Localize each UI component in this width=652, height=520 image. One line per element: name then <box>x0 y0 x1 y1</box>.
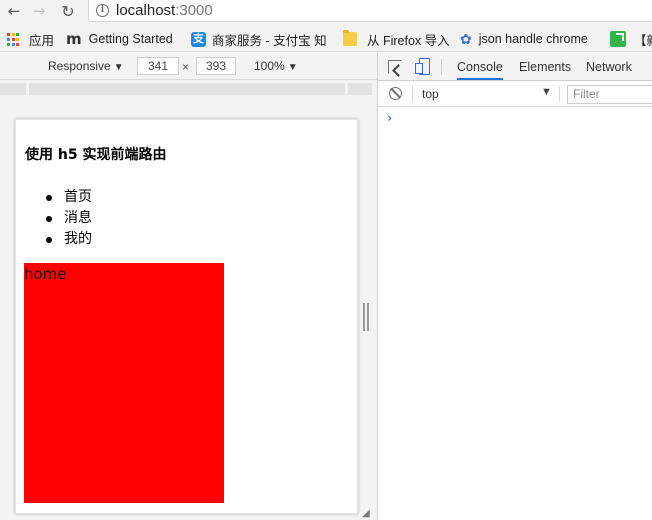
route-nav-list: 首页 消息 我的 <box>46 187 92 250</box>
device-mode-label: Responsive <box>48 59 111 73</box>
nav-item-mine[interactable]: 我的 <box>46 229 92 250</box>
bookmark-firefox-import[interactable]: 从 Firefox 导入 <box>343 30 450 48</box>
tab-network[interactable]: Network <box>586 60 632 74</box>
device-toolbar: Responsive ▼ 341 × 393 100% ▼ <box>0 53 377 80</box>
green-bookmark-icon <box>610 31 626 47</box>
ruler-segment[interactable] <box>29 83 345 95</box>
bookmark-json-handle[interactable]: ✿ json handle chrome <box>460 30 588 48</box>
media-query-ruler <box>0 80 377 96</box>
browser-nav-bar: ← → ↻ i localhost:3000 <box>0 0 652 26</box>
bookmark-label: 从 Firefox 导入 <box>367 33 450 48</box>
bookmark-alipay[interactable]: 支 商家服务 - 支付宝 知 <box>191 30 327 48</box>
bookmark-getting-started[interactable]: m Getting Started <box>66 30 173 48</box>
device-mode-select[interactable]: Responsive ▼ <box>48 59 124 73</box>
divider <box>412 86 413 102</box>
bookmark-green[interactable]: 【新 <box>610 30 652 48</box>
bookmark-label: 商家服务 - 支付宝 知 <box>212 33 327 48</box>
execution-context-select[interactable]: top <box>422 87 439 101</box>
reload-icon[interactable]: ↻ <box>57 0 79 22</box>
emulated-device-frame: 使用 h5 实现前端路由 首页 消息 我的 home <box>15 119 358 514</box>
console-filter-input[interactable]: Filter <box>567 85 652 104</box>
caret-down-icon: ▼ <box>287 62 298 73</box>
paw-icon: ✿ <box>460 30 472 47</box>
bookmark-label: Getting Started <box>88 32 173 46</box>
devtools-panel: Console Elements Network top ▼ Filter › <box>377 53 652 520</box>
m-logo-icon: m <box>66 30 82 48</box>
tab-elements[interactable]: Elements <box>519 60 571 74</box>
console-toolbar: top ▼ Filter <box>378 81 652 107</box>
nav-item-messages[interactable]: 消息 <box>46 208 92 229</box>
divider <box>441 59 442 75</box>
back-arrow-icon[interactable]: ← <box>3 0 25 22</box>
clear-console-icon[interactable] <box>389 87 402 100</box>
viewport-width-input[interactable]: 341 <box>137 57 179 75</box>
caret-down-icon[interactable]: ▼ <box>541 86 552 98</box>
info-icon[interactable]: i <box>96 4 109 17</box>
console-prompt-icon[interactable]: › <box>386 111 393 125</box>
inspect-element-icon[interactable] <box>388 60 402 74</box>
bookmark-label: json handle chrome <box>478 32 588 46</box>
caret-down-icon: ▼ <box>113 62 124 73</box>
device-toggle-icon[interactable] <box>415 58 430 76</box>
ruler-segment[interactable] <box>348 83 372 95</box>
url-host: localhost <box>116 2 176 19</box>
dimension-separator: × <box>182 60 190 74</box>
apps-grid-icon <box>7 32 21 47</box>
page-title: 使用 h5 实现前端路由 <box>25 147 167 163</box>
forward-arrow-icon[interactable]: → <box>28 0 50 22</box>
divider <box>559 86 560 102</box>
devtools-tab-bar: Console Elements Network <box>378 53 652 81</box>
ruler-segment[interactable] <box>0 83 26 95</box>
bookmark-label: 应用 <box>29 33 55 48</box>
zoom-select[interactable]: 100% ▼ <box>254 59 298 73</box>
url-port: :3000 <box>175 2 213 19</box>
folder-icon <box>343 30 357 46</box>
viewport-height-input[interactable]: 393 <box>196 57 236 75</box>
bookmarks-bar: 应用 m Getting Started 支 商家服务 - 支付宝 知 从 Fi… <box>0 26 652 52</box>
zoom-label: 100% <box>254 59 285 73</box>
bookmark-label: 【新 <box>634 33 652 48</box>
resize-handle[interactable] <box>362 303 370 331</box>
bookmark-apps[interactable]: 应用 <box>7 30 54 48</box>
tab-console[interactable]: Console <box>457 60 503 80</box>
route-view: home <box>24 263 224 503</box>
address-bar[interactable]: i localhost:3000 <box>88 0 652 22</box>
alipay-icon: 支 <box>191 31 206 47</box>
resize-corner-icon[interactable]: ◢ <box>362 508 376 520</box>
nav-item-home[interactable]: 首页 <box>46 187 92 208</box>
route-view-text: home <box>24 265 67 283</box>
